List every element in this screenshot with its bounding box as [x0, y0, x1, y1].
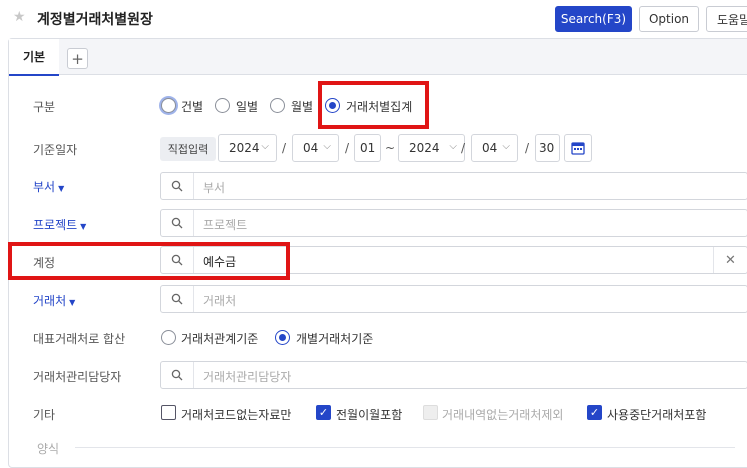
help-button[interactable]: 도움말 — [706, 6, 747, 32]
caret-down-icon: ▼ — [58, 184, 65, 193]
radio-rep-relation-label: 거래처관계기준 — [181, 332, 259, 346]
radio-category-item[interactable] — [161, 98, 176, 113]
to-day-value: 30 — [539, 141, 555, 155]
calendar-icon — [571, 142, 585, 155]
project-placeholder: 프로젝트 — [203, 218, 248, 232]
tab-basic[interactable]: 기본 — [9, 39, 59, 76]
highlight-box-account — [8, 242, 290, 280]
checkbox-exclude-no-history-label: 거래내역없는거래처제외 — [442, 408, 564, 422]
highlight-box-category — [318, 81, 429, 129]
from-month-value: 04 — [303, 141, 319, 155]
clear-icon[interactable]: ✕ — [713, 247, 747, 273]
to-year-value: 2024 — [409, 141, 440, 155]
format-label: 양식 — [37, 442, 60, 456]
radio-category-item-label: 건별 — [181, 100, 204, 114]
chevron-down-icon: ⌵ — [323, 141, 331, 152]
manager-placeholder: 거래처관리담당자 — [203, 370, 292, 384]
option-button[interactable]: Option — [639, 6, 699, 32]
date-slash: / — [525, 141, 530, 155]
category-label: 구분 — [33, 100, 56, 114]
checkbox-no-client-code[interactable] — [161, 405, 176, 420]
checkbox-prev-month[interactable]: ✓ — [316, 405, 331, 420]
caret-down-icon: ▼ — [80, 222, 87, 231]
to-month-select[interactable]: 04 ⌵ — [471, 134, 518, 162]
project-field[interactable]: 프로젝트 — [160, 209, 747, 237]
rep-client-label: 대표거래처로 합산 — [33, 332, 126, 346]
manager-label: 거래처관리담당자 — [33, 370, 122, 384]
search-icon[interactable] — [161, 362, 194, 388]
from-day-input[interactable]: 01 — [354, 134, 381, 162]
department-field[interactable]: 부서 — [160, 172, 747, 200]
tab-bar — [9, 39, 747, 75]
project-label[interactable]: 프로젝트 ▼ — [33, 216, 86, 233]
date-slash: / — [345, 141, 350, 155]
radio-category-monthly[interactable] — [270, 98, 285, 113]
from-day-value: 01 — [360, 141, 376, 155]
search-button[interactable]: Search(F3) — [555, 6, 632, 32]
department-placeholder: 부서 — [203, 181, 226, 195]
radio-rep-individual[interactable] — [275, 330, 290, 345]
date-slash: / — [282, 141, 287, 155]
to-year-select[interactable]: 2024 ⌵ — [398, 134, 465, 162]
checkbox-exclude-no-history — [423, 405, 438, 420]
date-slash: / — [461, 141, 466, 155]
radio-category-daily-label: 일별 — [236, 100, 259, 114]
radio-category-daily[interactable] — [215, 98, 230, 113]
checkbox-no-client-code-label: 거래처코드없는자료만 — [181, 408, 292, 422]
chevron-down-icon: ⌵ — [449, 141, 457, 152]
chevron-down-icon: ⌵ — [502, 141, 510, 152]
chevron-down-icon: ⌵ — [261, 141, 269, 152]
client-label-text: 거래처 — [33, 294, 67, 308]
calendar-button[interactable] — [564, 134, 592, 162]
client-label[interactable]: 거래처 ▼ — [33, 292, 75, 309]
date-tilde: ~ — [385, 141, 396, 155]
to-day-input[interactable]: 30 — [535, 134, 560, 162]
radio-rep-individual-label: 개별거래처기준 — [296, 332, 374, 346]
date-label: 기준일자 — [33, 143, 78, 157]
caret-down-icon: ▼ — [69, 298, 76, 307]
checkbox-include-suspended-label: 사용중단거래처포함 — [607, 408, 707, 422]
department-label[interactable]: 부서 ▼ — [33, 178, 64, 195]
manager-field[interactable]: 거래처관리담당자 — [160, 361, 747, 389]
date-mode-badge[interactable]: 직접입력 — [160, 137, 216, 161]
client-placeholder: 거래처 — [203, 294, 237, 308]
radio-category-monthly-label: 월별 — [291, 100, 314, 114]
page-title: 계정별거래처별원장 — [37, 12, 153, 28]
add-tab-button[interactable]: + — [67, 48, 88, 69]
client-field[interactable]: 거래처 — [160, 285, 747, 313]
project-label-text: 프로젝트 — [33, 218, 78, 232]
to-month-value: 04 — [482, 141, 498, 155]
search-icon[interactable] — [161, 173, 194, 199]
etc-label: 기타 — [33, 408, 56, 422]
from-year-select[interactable]: 2024 ⌵ — [218, 134, 277, 162]
divider — [75, 447, 735, 448]
favorite-star-icon[interactable]: ★ — [13, 9, 26, 25]
checkbox-prev-month-label: 전월이월포함 — [336, 408, 403, 422]
from-month-select[interactable]: 04 ⌵ — [292, 134, 339, 162]
from-year-value: 2024 — [229, 141, 260, 155]
radio-rep-relation[interactable] — [161, 330, 176, 345]
search-icon[interactable] — [161, 286, 194, 312]
department-label-text: 부서 — [33, 180, 56, 194]
search-icon[interactable] — [161, 210, 194, 236]
checkbox-include-suspended[interactable]: ✓ — [587, 405, 602, 420]
